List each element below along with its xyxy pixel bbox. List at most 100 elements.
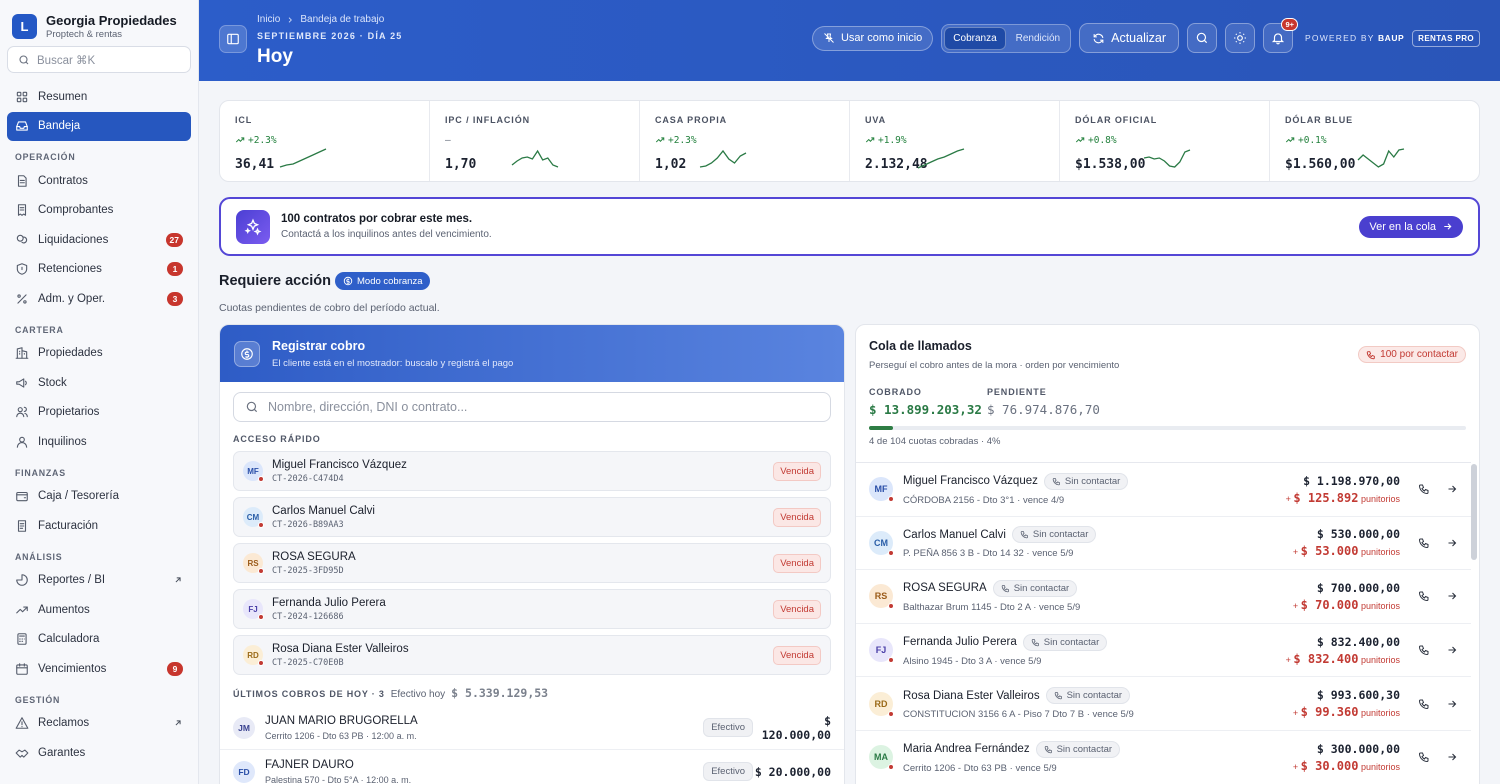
quick-access-item[interactable]: CM Carlos Manuel Calvi CT-2026-B89AA3 Ve… <box>233 497 831 537</box>
sidebar-item-garantes[interactable]: Garantes <box>7 738 191 768</box>
phone-icon <box>1418 645 1429 656</box>
wallet-icon <box>16 492 28 502</box>
debtor-name: Carlos Manuel Calvi <box>903 528 1006 541</box>
indicator-change: +2.3% <box>655 134 834 146</box>
call-button[interactable] <box>1418 590 1430 602</box>
sidebar-item-propietarios[interactable]: Propietarios <box>7 398 191 428</box>
status-badge: Vencida <box>773 599 821 619</box>
sidebar-item-reportes-bi[interactable]: Reportes / BI <box>7 566 191 596</box>
call-button[interactable] <box>1418 751 1430 763</box>
theme-toggle-button[interactable] <box>1225 23 1256 53</box>
view-queue-button[interactable]: Ver en la cola <box>1359 215 1463 238</box>
warning-icon <box>15 717 29 730</box>
call-queue-row[interactable]: CM Carlos Manuel Calvi Sin contactar P. … <box>856 517 1471 571</box>
sidebar-item-adm-y-oper[interactable]: Adm. y Oper. 3 <box>7 284 191 314</box>
call-queue-row[interactable]: MA Maria Andrea Fernández Sin contactar … <box>856 731 1471 784</box>
quick-access-item[interactable]: RS ROSA SEGURA CT-2025-3FD95D Vencida <box>233 543 831 583</box>
powered-by-label: POWERED BY <box>1305 33 1375 43</box>
sidebar-section-title: ANÁLISIS <box>15 551 63 562</box>
pending-label: PENDIENTE <box>987 387 1047 397</box>
call-button[interactable] <box>1418 698 1430 710</box>
open-detail-button[interactable] <box>1446 483 1458 495</box>
sidebar-item-vencimientos[interactable]: Vencimientos 9 <box>7 654 191 684</box>
call-button[interactable] <box>1418 483 1430 495</box>
open-detail-button[interactable] <box>1446 644 1458 656</box>
collection-progress-bar <box>869 426 1466 430</box>
segment-cobranza[interactable]: Cobranza <box>944 26 1006 50</box>
penalty: + $ 125.892 punitorios <box>1285 490 1400 505</box>
call-button[interactable] <box>1418 537 1430 549</box>
call-button[interactable] <box>1418 644 1430 656</box>
open-detail-button[interactable] <box>1446 751 1458 763</box>
sidebar-item-stock[interactable]: Stock <box>7 368 191 398</box>
grid-icon <box>16 91 28 102</box>
open-detail-button[interactable] <box>1446 590 1458 602</box>
refresh-button[interactable]: Actualizar <box>1079 23 1180 53</box>
refresh-icon <box>1093 33 1104 43</box>
indicator-card[interactable]: ICL +2.3% 36,41 <box>220 101 430 181</box>
sidebar-item-label: Retenciones <box>38 263 102 276</box>
contract-code: CT-2025-3FD95D <box>272 565 344 576</box>
search-button[interactable] <box>1187 23 1218 53</box>
notifications-button[interactable]: 9+ <box>1263 18 1299 53</box>
indicator-value: 1,70 <box>445 157 477 172</box>
payment-row[interactable]: JM JUAN MARIO BRUGORELLA Cerrito 1206 - … <box>220 706 844 750</box>
sidebar-item-aumentos[interactable]: Aumentos <box>7 595 191 625</box>
call-queue-row[interactable]: MF Miguel Francisco Vázquez Sin contacta… <box>856 463 1471 517</box>
indicator-card[interactable]: IPC / INFLACIÓN – 1,70 <box>430 101 640 181</box>
sparkline-path <box>917 148 965 169</box>
call-queue-row[interactable]: FJ Fernanda Julio Perera Sin contactar A… <box>856 624 1471 678</box>
quick-access-item[interactable]: FJ Fernanda Julio Perera CT-2024-126686 … <box>233 589 831 629</box>
sidebar-item-resumen[interactable]: Resumen <box>7 82 191 112</box>
calendar-icon <box>16 662 28 675</box>
brand[interactable]: L Georgia Propiedades Proptech & rentas <box>0 0 198 42</box>
indicator-card[interactable]: DÓLAR BLUE +0.1% $1.560,00 <box>1270 101 1479 181</box>
breadcrumb-home[interactable]: Inicio <box>257 14 280 25</box>
sidebar-item-retenciones[interactable]: Retenciones 1 <box>7 255 191 285</box>
sidebar-item-comprobantes[interactable]: Comprobantes <box>7 196 191 226</box>
sidebar-item-inquilinos[interactable]: Inquilinos <box>7 427 191 457</box>
sidebar-item-liquidaciones[interactable]: Liquidaciones 27 <box>7 225 191 255</box>
phone-icon <box>1366 350 1375 359</box>
sidebar-item-propiedades[interactable]: Propiedades <box>7 339 191 369</box>
open-detail-button[interactable] <box>1446 698 1458 710</box>
phone-icon <box>1418 752 1429 763</box>
sidebar-item-label: Garantes <box>38 746 86 759</box>
sidebar-toggle-button[interactable] <box>219 25 247 53</box>
percent-icon <box>17 294 27 304</box>
call-queue-row[interactable]: RS ROSA SEGURA Sin contactar Balthazar B… <box>856 570 1471 624</box>
sidebar-item-bandeja[interactable]: Bandeja <box>7 111 191 141</box>
indicator-card[interactable]: CASA PROPIA +2.3% 1,02 <box>640 101 850 181</box>
call-queue-scrollbar[interactable] <box>1471 464 1477 560</box>
chevron-right-icon <box>289 16 293 23</box>
payment-address: Cerrito 1206 - Dto 63 PB · 12:00 a. m. <box>265 730 417 741</box>
quick-access-item[interactable]: MF Miguel Francisco Vázquez CT-2026-C474… <box>233 451 831 491</box>
use-as-home-button[interactable]: Usar como inicio <box>811 25 934 51</box>
quick-access-item[interactable]: RD Rosa Diana Ester Valleiros CT-2025-C7… <box>233 635 831 675</box>
open-detail-button[interactable] <box>1446 537 1458 549</box>
debtor-name: Fernanda Julio Perera <box>903 636 1017 649</box>
sidebar-item-label: Comprobantes <box>38 204 114 217</box>
sidebar-item-facturacion[interactable]: Facturación <box>7 511 191 541</box>
sidebar-search[interactable]: Buscar ⌘K <box>7 46 191 73</box>
mode-badge: Modo cobranza <box>335 272 431 290</box>
sidebar-item-badge: 9 <box>167 661 183 676</box>
plan-badge: RENTAS PRO <box>1412 29 1480 47</box>
indicator-card[interactable]: DÓLAR OFICIAL +0.8% $1.538,00 <box>1060 101 1270 181</box>
sidebar-item-contratos[interactable]: Contratos <box>7 166 191 196</box>
sidebar-item-badge: 1 <box>167 262 183 277</box>
segment-rendicion[interactable]: Rendición <box>1008 27 1068 50</box>
quick-access-name: Rosa Diana Ester Valleiros <box>272 642 409 655</box>
call-queue-row[interactable]: RD Rosa Diana Ester Valleiros Sin contac… <box>856 677 1471 731</box>
economic-indicators: ICL +2.3% 36,41 IPC / INFLACIÓN – 1,70 C… <box>219 100 1480 182</box>
call-queue-title: Cola de llamados <box>869 339 972 353</box>
client-search-input[interactable]: Nombre, dirección, DNI o contrato... <box>233 392 831 422</box>
sidebar-item-calculadora[interactable]: Calculadora <box>7 625 191 655</box>
sidebar-item-caja-tesoreria[interactable]: Caja / Tesorería <box>7 482 191 512</box>
sparkline-path <box>511 149 559 168</box>
debtor-address: Alsino 1945 - Dto 3 A · vence 5/9 <box>903 655 1042 667</box>
payment-row[interactable]: FD FAJNER DAURO Palestina 570 - Dto 5°A … <box>220 750 844 784</box>
status-badge: Vencida <box>773 461 821 481</box>
sidebar-item-reclamos[interactable]: Reclamos <box>7 709 191 739</box>
indicator-card[interactable]: UVA +1.9% 2.132,48 <box>850 101 1060 181</box>
